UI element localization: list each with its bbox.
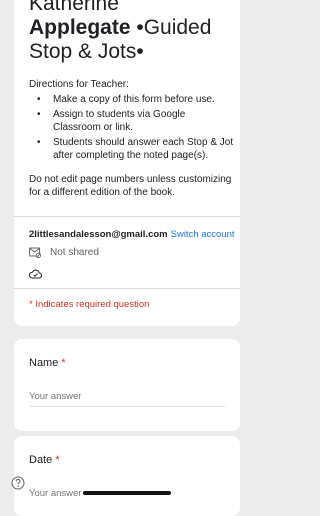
question-label: Date * — [29, 454, 60, 466]
account-row: 2littlesandalesson@gmail.com Switch accou… — [29, 229, 239, 240]
divider — [14, 216, 240, 217]
bullet-icon: • — [37, 94, 41, 105]
bullet-icon: • — [37, 109, 41, 120]
description-footer: Do not edit page numbers unless customiz… — [29, 174, 232, 198]
description-item: • Students should answer each Stop & Jot … — [29, 136, 234, 162]
form-title-line2-rest: •Guided — [130, 16, 212, 39]
home-indicator — [83, 491, 171, 495]
account-email: 2littlesandalesson@gmail.com — [29, 229, 168, 240]
question-card-name: Name * Your answer — [14, 339, 240, 431]
form-title-line1: Katherine — [29, 0, 119, 15]
share-status-text: Not shared — [50, 247, 99, 258]
description-heading: Directions for Teacher: — [29, 79, 129, 90]
cloud-saved-icon — [29, 269, 42, 279]
bullet-icon: • — [37, 137, 41, 148]
description-list: • Make a copy of this form before use. • A… — [29, 93, 234, 164]
question-label: Name * — [29, 357, 66, 369]
description-item: • Assign to students via Google Classroom… — [29, 108, 234, 134]
description-item-text: Assign to students via Google Classroom … — [53, 109, 186, 133]
not-shared-icon — [29, 247, 41, 258]
divider — [14, 288, 240, 289]
share-status-row: Not shared — [29, 247, 99, 258]
description-item: • Make a copy of this form before use. — [29, 93, 234, 106]
form-title-line2-bold: Applegate — [29, 16, 131, 39]
form-header-card: Katherine Applegate •Guided Stop & Jots• D… — [14, 0, 240, 326]
name-answer-input[interactable]: Your answer — [29, 391, 225, 407]
description-item-text: Make a copy of this form before use. — [53, 94, 215, 105]
required-note: * Indicates required question — [29, 299, 150, 310]
form-title: Katherine Applegate •Guided Stop & Jots• — [29, 0, 234, 64]
help-icon[interactable] — [11, 476, 25, 490]
description-item-text: Students should answer each Stop & Jot a… — [53, 137, 234, 161]
switch-account-link[interactable]: Switch account — [171, 229, 235, 240]
form-title-line3: Stop & Jots• — [29, 40, 144, 63]
question-title: Name — [29, 357, 59, 369]
required-asterisk: * — [61, 357, 66, 369]
question-title: Date — [29, 454, 53, 466]
required-asterisk: * — [55, 454, 60, 466]
question-card-date: Date * Your answer — [14, 436, 240, 516]
